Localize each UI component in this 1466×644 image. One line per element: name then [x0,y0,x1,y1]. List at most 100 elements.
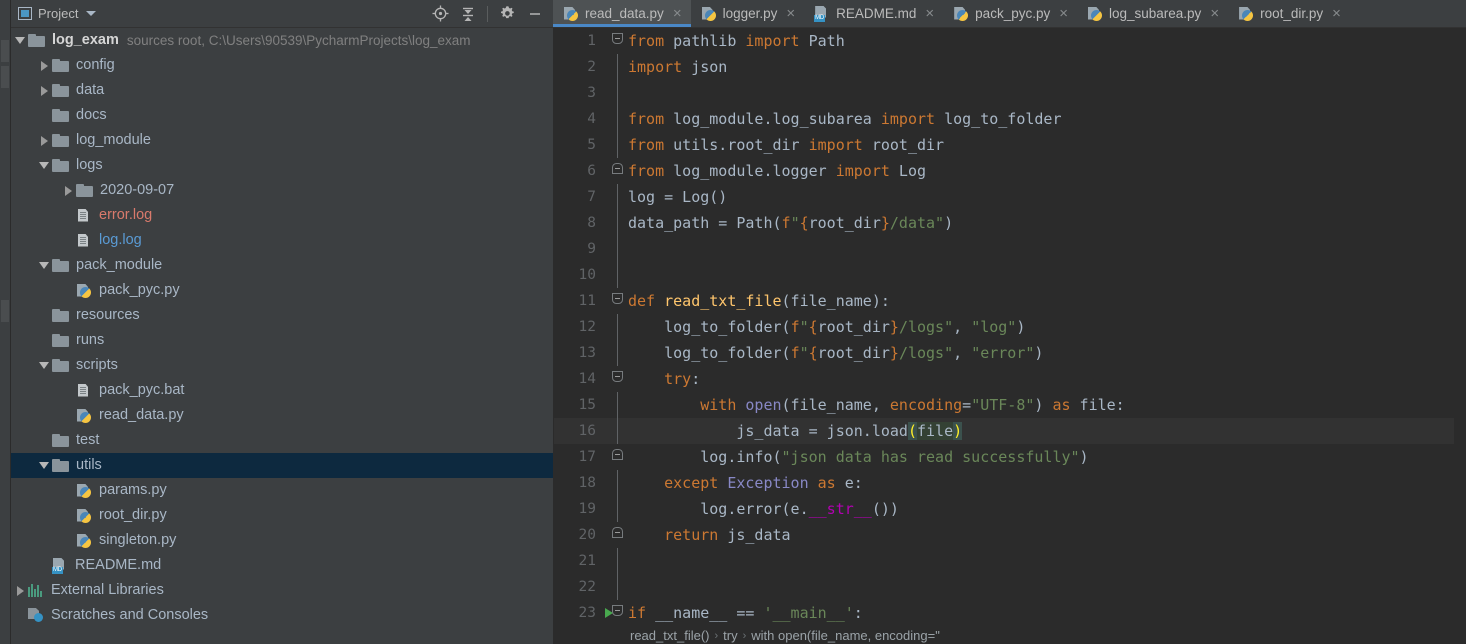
gutter-markers[interactable] [602,288,626,314]
fold-end-icon[interactable] [612,449,623,460]
tree-item-docs[interactable]: docs [0,103,553,128]
code-line[interactable]: 12 log_to_folder(f"{root_dir}/logs", "lo… [554,314,1466,340]
gutter-markers[interactable] [602,184,626,210]
code-line[interactable]: 3 [554,80,1466,106]
tree-item-pack-pyc-py[interactable]: pack_pyc.py [0,278,553,303]
code-line[interactable]: 4 from log_module.log_subarea import log_… [554,106,1466,132]
tree-item-scratches-and-consoles[interactable]: Scratches and Consoles [0,603,553,628]
tree-item-log-log[interactable]: log.log [0,228,553,253]
code-line[interactable]: 2 import json [554,54,1466,80]
breadcrumb[interactable]: read_txt_file() › try › with open(file_name,… [554,627,1466,644]
close-icon[interactable]: × [1210,6,1219,21]
gutter-markers[interactable] [602,366,626,392]
code-line[interactable]: 6 from log_module.logger import Log [554,158,1466,184]
code-editor[interactable]: 1 from pathlib import Path 2 import json 3 4 f… [554,28,1466,644]
gutter-markers[interactable] [602,314,626,340]
fold-collapse-icon[interactable] [612,605,623,616]
fold-collapse-icon[interactable] [612,371,623,382]
gutter-markers[interactable] [602,106,626,132]
gutter-markers[interactable] [602,132,626,158]
code-line[interactable]: 8 data_path = Path(f"{root_dir}/data") [554,210,1466,236]
chevron-right-icon[interactable] [36,135,52,146]
editor-tab-strip[interactable]: read_data.py×logger.py×README.md×pack_py… [553,0,1466,28]
tree-item-resources[interactable]: resources [0,303,553,328]
stripe-button-structure[interactable] [1,66,9,88]
gutter-markers[interactable] [602,444,626,470]
stripe-button-project[interactable] [1,40,9,62]
tree-item-external-libraries[interactable]: External Libraries [0,578,553,603]
collapse-all-icon[interactable] [456,3,480,25]
stripe-button-favorites[interactable] [1,300,9,322]
fold-collapse-icon[interactable] [612,293,623,304]
tree-item-singleton-py[interactable]: singleton.py [0,528,553,553]
code-line[interactable]: 9 [554,236,1466,262]
gutter-markers[interactable] [602,418,626,444]
code-line[interactable]: 22 [554,574,1466,600]
code-line[interactable]: 21 [554,548,1466,574]
fold-collapse-icon[interactable] [612,33,623,44]
fold-end-icon[interactable] [612,527,623,538]
tree-item-test[interactable]: test [0,428,553,453]
chevron-right-icon[interactable] [36,85,52,96]
code-line[interactable]: 17 log.info("json data has read successf… [554,444,1466,470]
chevron-down-icon[interactable] [36,362,52,369]
gutter-markers[interactable] [602,236,626,262]
code-line[interactable]: 16 js_data = json.load(file) [554,418,1466,444]
tree-item-error-log[interactable]: error.log [0,203,553,228]
code-line[interactable]: 11 def read_txt_file(file_name): [554,288,1466,314]
gutter-markers[interactable] [602,522,626,548]
code-line[interactable]: 5 from utils.root_dir import root_dir [554,132,1466,158]
editor-tab-logger-py[interactable]: logger.py × [691,0,805,27]
editor-tab-readme-md[interactable]: README.md × [804,0,943,27]
code-line[interactable]: 14 try: [554,366,1466,392]
editor-tab-root-dir-py[interactable]: root_dir.py × [1228,0,1350,27]
tree-item-scripts[interactable]: scripts [0,353,553,378]
code-line[interactable]: 7 log = Log() [554,184,1466,210]
gutter-markers[interactable] [602,392,626,418]
tree-item-utils[interactable]: utils [0,453,553,478]
locate-icon[interactable] [428,3,452,25]
gutter-markers[interactable] [602,340,626,366]
editor-tab-log-subarea-py[interactable]: log_subarea.py × [1077,0,1228,27]
gutter-markers[interactable] [602,28,626,54]
code-line[interactable]: 1 from pathlib import Path [554,28,1466,54]
gutter-markers[interactable] [602,210,626,236]
breadcrumb-item[interactable]: with open(file_name, encoding=" [751,628,940,643]
gutter-markers[interactable] [602,470,626,496]
code-line[interactable]: 20 return js_data [554,522,1466,548]
chevron-down-icon[interactable] [36,162,52,169]
project-tree[interactable]: log_exam sources root, C:\Users\90539\Pyc… [0,28,554,644]
code-line[interactable]: 10 [554,262,1466,288]
tree-item-data[interactable]: data [0,78,553,103]
code-line[interactable]: 13 log_to_folder(f"{root_dir}/logs", "er… [554,340,1466,366]
gutter-markers[interactable] [602,574,626,600]
fold-end-icon[interactable] [612,163,623,174]
close-icon[interactable]: × [1059,6,1068,21]
chevron-right-icon[interactable] [36,60,52,71]
gear-icon[interactable] [495,3,519,25]
tree-item-root-dir-py[interactable]: root_dir.py [0,503,553,528]
project-title-group[interactable]: Project [10,6,97,21]
tree-item-pack-pyc-bat[interactable]: pack_pyc.bat [0,378,553,403]
gutter-markers[interactable] [602,548,626,574]
close-icon[interactable]: × [1332,6,1341,21]
code-line[interactable]: 18 except Exception as e: [554,470,1466,496]
chevron-down-icon[interactable] [12,37,28,44]
tree-item-log-module[interactable]: log_module [0,128,553,153]
breadcrumb-item[interactable]: try [723,628,737,643]
gutter-markers[interactable] [602,158,626,184]
close-icon[interactable]: × [925,6,934,21]
gutter-markers[interactable] [602,600,626,626]
gutter-markers[interactable] [602,54,626,80]
tree-item-params-py[interactable]: params.py [0,478,553,503]
chevron-down-icon[interactable] [36,262,52,269]
tree-item-readme-md[interactable]: README.md [0,553,553,578]
gutter-markers[interactable] [602,80,626,106]
minimize-icon[interactable] [523,3,547,25]
chevron-down-icon[interactable] [86,11,97,16]
tree-item-read-data-py[interactable]: read_data.py [0,403,553,428]
chevron-right-icon[interactable] [60,185,76,196]
code-line[interactable]: 23 if __name__ == '__main__': [554,600,1466,626]
editor-tab-read-data-py[interactable]: read_data.py × [553,0,691,27]
tree-item-log-exam[interactable]: log_exam sources root, C:\Users\90539\Pyc… [0,28,553,53]
